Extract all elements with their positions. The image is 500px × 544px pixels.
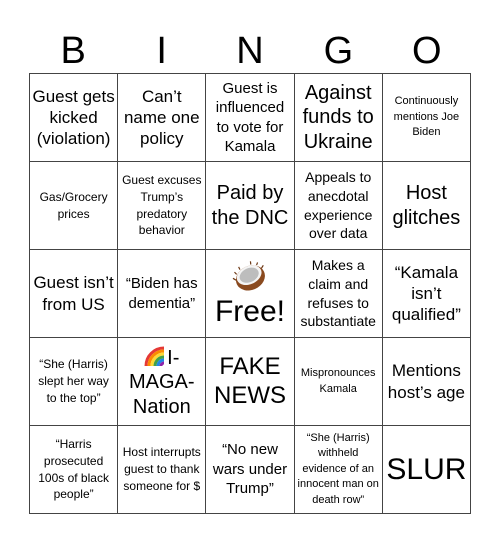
bingo-cell[interactable]: “No new wars under Trump”: [206, 426, 295, 514]
header-letter-i: I: [156, 30, 167, 72]
coconut-icon: [232, 261, 265, 291]
cell-text: Host interrupts guest to thank someone f…: [122, 445, 201, 493]
bingo-cell[interactable]: Guest is influenced to vote for Kamala: [206, 74, 295, 162]
bingo-cell[interactable]: Guest excuses Trump’s predatory behavior: [118, 162, 207, 250]
bingo-cell[interactable]: I- MAGA- Nation: [118, 338, 207, 426]
bingo-cell[interactable]: SLUR: [382, 426, 471, 514]
cell-text: Makes a claim and refuses to substantiat…: [300, 256, 376, 330]
bingo-cell[interactable]: Host interrupts guest to thank someone f…: [118, 426, 207, 514]
bingo-cell[interactable]: “She (Harris) slept her way to the top”: [30, 338, 119, 426]
cell-text: “Kamala isn’t qualified”: [391, 262, 461, 325]
bingo-cell[interactable]: “She (Harris) withheld evidence of an in…: [294, 426, 383, 514]
bingo-cell[interactable]: Can’t name one policy: [118, 74, 207, 162]
bingo-cell[interactable]: Paid by the DNC: [206, 162, 295, 250]
cell-text: Against funds to Ukraine: [302, 81, 374, 153]
cell-text-line: MAGA-: [129, 371, 195, 394]
bingo-cell[interactable]: Mispronounces Kamala: [294, 338, 383, 426]
cell-text-line: I-: [144, 344, 179, 370]
bingo-cell[interactable]: Makes a claim and refuses to substantiat…: [294, 250, 383, 338]
bingo-cell[interactable]: “Biden has dementia”: [118, 250, 207, 338]
cell-text: Guest is influenced to vote for Kamala: [215, 79, 285, 156]
bingo-cell[interactable]: Gas/Grocery prices: [30, 162, 119, 250]
header-letter-b: B: [60, 30, 86, 72]
cell-text: Can’t name one policy: [123, 86, 200, 149]
bingo-cell[interactable]: Against funds to Ukraine: [294, 74, 383, 162]
cell-text: “She (Harris) withheld evidence of an in…: [297, 432, 379, 506]
cell-text: SLUR: [386, 453, 467, 486]
rainbow-icon: [144, 346, 165, 366]
bingo-cell[interactable]: Continuously mentions Joe Biden: [382, 74, 471, 162]
bingo-cell[interactable]: “Kamala isn’t qualified”: [382, 250, 471, 338]
header-letter-o: O: [412, 30, 442, 72]
header-letter-n: N: [236, 30, 264, 72]
bingo-cell[interactable]: Guest isn’t from US: [30, 250, 119, 338]
bingo-cell[interactable]: Guest gets kicked (violation): [30, 74, 119, 162]
cell-text: “She (Harris) slept her way to the top”: [38, 357, 109, 405]
cell-text-line: Nation: [132, 395, 191, 418]
cell-text: “No new wars under Trump”: [212, 441, 288, 498]
cell-text: Guest isn’t from US: [33, 273, 114, 314]
bingo-cell[interactable]: “Harris prosecuted 100s of black people”: [30, 426, 119, 514]
cell-text: Host glitches: [392, 182, 461, 229]
free-space-label: Free!: [214, 294, 285, 328]
bingo-cell[interactable]: Mentions host’s age: [382, 338, 471, 426]
cell-text: “Harris prosecuted 100s of black people”: [38, 436, 109, 502]
cell-text: Continuously mentions Joe Biden: [393, 95, 460, 139]
cell-text: Mispronounces Kamala: [300, 367, 376, 395]
free-space-cell[interactable]: Free!: [206, 250, 295, 338]
cell-text-part: I-: [167, 346, 180, 369]
cell-text: Guest gets kicked (violation): [32, 86, 115, 149]
cell-text: FAKE NEWS: [213, 352, 286, 409]
cell-text: Mentions host’s age: [387, 361, 465, 402]
cell-text: Guest excuses Trump’s predatory behavior: [122, 172, 202, 238]
cell-text: Appeals to anecdotal experience over dat…: [303, 168, 373, 242]
bingo-header: B I N G O: [29, 25, 471, 73]
bingo-board: Guest gets kicked (violation) Can’t name…: [29, 73, 471, 514]
header-letter-g: G: [323, 30, 354, 72]
cell-text: Gas/Grocery prices: [39, 189, 108, 221]
cell-text: Paid by the DNC: [211, 182, 289, 229]
bingo-cell[interactable]: FAKE NEWS: [206, 338, 295, 426]
bingo-cell[interactable]: Host glitches: [382, 162, 471, 250]
bingo-cell[interactable]: Appeals to anecdotal experience over dat…: [294, 162, 383, 250]
cell-text: “Biden has dementia”: [125, 275, 198, 312]
